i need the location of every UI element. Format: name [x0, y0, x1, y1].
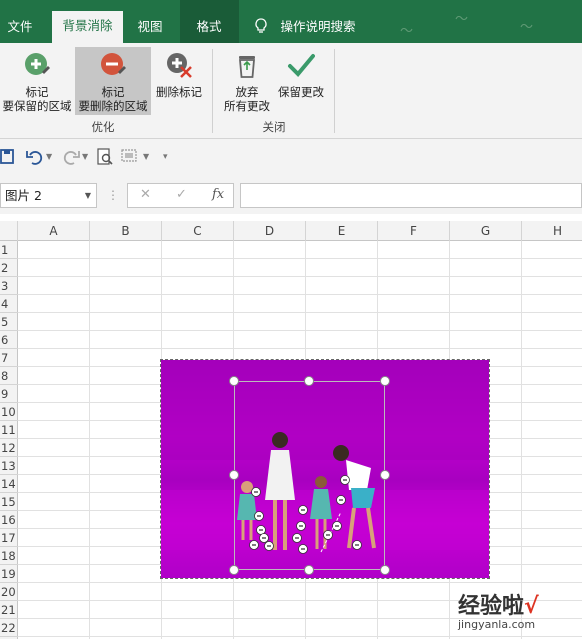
- row-header[interactable]: 5: [0, 313, 18, 331]
- delete-mark-button[interactable]: 删除标记: [152, 47, 206, 115]
- row-header[interactable]: 21: [0, 601, 18, 619]
- row-header[interactable]: 12: [0, 439, 18, 457]
- discard-all-changes-button[interactable]: 放弃 所有更改: [220, 47, 274, 115]
- name-box-value: 图片 2: [5, 188, 42, 203]
- select-all-corner[interactable]: [0, 221, 18, 241]
- formula-bar-splitter[interactable]: ⋮: [107, 188, 119, 202]
- quick-access-toolbar: ▼ ▼ ▼ ▾: [0, 139, 582, 175]
- undo-dropdown-icon[interactable]: ▼: [46, 152, 52, 161]
- delete-mark-label: 删除标记: [156, 85, 202, 99]
- row-header[interactable]: 3: [0, 277, 18, 295]
- row-header[interactable]: 9: [0, 385, 18, 403]
- row-header[interactable]: 20: [0, 583, 18, 601]
- formula-buttons: ✕ ✓ fx: [127, 183, 234, 208]
- delete-mark-icon: [167, 53, 192, 78]
- row-header[interactable]: 16: [0, 511, 18, 529]
- discard-label-1: 放弃: [235, 85, 259, 99]
- tab-file[interactable]: 文件: [0, 12, 40, 43]
- column-header-b[interactable]: B: [90, 221, 162, 241]
- format-painter-dropdown-icon[interactable]: ▼: [143, 152, 149, 161]
- title-tab-bar: 〜 〜 〜 文件 背景消除 视图 格式 操作说明搜索: [0, 0, 582, 43]
- print-preview-icon[interactable]: [97, 147, 113, 167]
- resize-handle-left[interactable]: [229, 470, 239, 480]
- tab-view[interactable]: 视图: [128, 12, 172, 43]
- row-header[interactable]: 4: [0, 295, 18, 313]
- tell-me-search[interactable]: 操作说明搜索: [276, 12, 360, 43]
- minus-pencil-icon: [101, 53, 126, 75]
- cancel-icon[interactable]: ✕: [140, 187, 151, 202]
- name-box-dropdown-icon[interactable]: ▼: [85, 184, 91, 207]
- column-header-g[interactable]: G: [450, 221, 522, 241]
- resize-handle-bottom-right[interactable]: [380, 565, 390, 575]
- discard-label-2: 所有更改: [224, 99, 270, 113]
- name-box[interactable]: 图片 2 ▼: [0, 183, 97, 208]
- enter-icon[interactable]: ✓: [176, 187, 187, 202]
- keep-changes-label: 保留更改: [278, 85, 324, 99]
- ribbon-separator: [334, 49, 335, 133]
- watermark-brand: 经验啦: [458, 594, 525, 619]
- row-header[interactable]: 22: [0, 619, 18, 637]
- keep-changes-button[interactable]: 保留更改: [274, 47, 328, 115]
- resize-handle-right[interactable]: [380, 470, 390, 480]
- formula-input[interactable]: [240, 183, 582, 208]
- lightbulb-icon[interactable]: [254, 18, 268, 34]
- row-header[interactable]: 2: [0, 259, 18, 277]
- group-label-refine: 优化: [91, 120, 115, 134]
- column-header-c[interactable]: C: [162, 221, 234, 241]
- insert-function-icon[interactable]: fx: [212, 187, 224, 202]
- resize-handle-bottom[interactable]: [304, 565, 314, 575]
- row-header[interactable]: 15: [0, 493, 18, 511]
- row-header[interactable]: 17: [0, 529, 18, 547]
- row-header[interactable]: 13: [0, 457, 18, 475]
- mark-keep-label-2: 要保留的区域: [2, 99, 72, 113]
- resize-handle-top-left[interactable]: [229, 376, 239, 386]
- column-header-d[interactable]: D: [234, 221, 306, 241]
- column-header-e[interactable]: E: [306, 221, 378, 241]
- mark-areas-to-remove-button[interactable]: 标记 要删除的区域: [75, 47, 151, 115]
- column-header-a[interactable]: A: [18, 221, 90, 241]
- mark-areas-to-keep-button[interactable]: 标记 要保留的区域: [0, 47, 74, 115]
- tab-format[interactable]: 格式: [186, 12, 232, 43]
- row-header[interactable]: 11: [0, 421, 18, 439]
- mark-remove-label-1: 标记: [101, 85, 125, 99]
- format-painter-icon[interactable]: [121, 147, 141, 167]
- resize-handle-top-right[interactable]: [380, 376, 390, 386]
- watermark-url: jingyanla.com: [458, 618, 536, 631]
- customize-toolbar-icon[interactable]: ▾: [163, 152, 168, 162]
- row-header[interactable]: 1: [0, 241, 18, 259]
- redo-dropdown-icon[interactable]: ▼: [82, 152, 88, 161]
- formula-bar: 图片 2 ▼ ⋮ ✕ ✓ fx: [0, 175, 582, 214]
- row-header[interactable]: 19: [0, 565, 18, 583]
- ribbon-separator: [212, 49, 213, 133]
- row-header[interactable]: 7: [0, 349, 18, 367]
- bird-decoration-icon: 〜: [400, 24, 414, 39]
- tab-background-removal[interactable]: 背景消除: [52, 11, 123, 43]
- watermark-check: √: [524, 594, 539, 619]
- recycle-bin-icon: [239, 56, 255, 78]
- ribbon: 标记 要保留的区域 标记 要删除的区域 删除标记 优化 放弃 所有更改 保留更改 关闭: [0, 43, 582, 139]
- row-header[interactable]: 8: [0, 367, 18, 385]
- checkmark-icon: [288, 54, 315, 77]
- column-header-f[interactable]: F: [378, 221, 450, 241]
- save-icon[interactable]: [0, 147, 14, 167]
- column-headers: A B C D E F G H: [0, 221, 582, 241]
- resize-handle-bottom-left[interactable]: [229, 565, 239, 575]
- bird-decoration-icon: 〜: [455, 12, 469, 27]
- undo-icon[interactable]: [26, 147, 44, 167]
- row-header[interactable]: 18: [0, 547, 18, 565]
- redo-icon[interactable]: [62, 147, 80, 167]
- plus-pencil-icon: [25, 53, 50, 75]
- resize-handle-top[interactable]: [304, 376, 314, 386]
- column-header-h[interactable]: H: [522, 221, 582, 241]
- bird-decoration-icon: 〜: [520, 20, 534, 35]
- keep-area-bounding-box[interactable]: [234, 381, 385, 570]
- row-header[interactable]: 10: [0, 403, 18, 421]
- group-label-close: 关闭: [262, 120, 286, 134]
- watermark: 经验啦√ jingyanla.com: [458, 588, 578, 636]
- mark-keep-label-1: 标记: [25, 85, 49, 99]
- mark-remove-label-2: 要删除的区域: [78, 99, 148, 113]
- row-headers: 1 2 3 4 5 6 7 8 9 10 11 12 13 14 15 16 1…: [0, 241, 18, 639]
- row-header[interactable]: 6: [0, 331, 18, 349]
- row-header[interactable]: 14: [0, 475, 18, 493]
